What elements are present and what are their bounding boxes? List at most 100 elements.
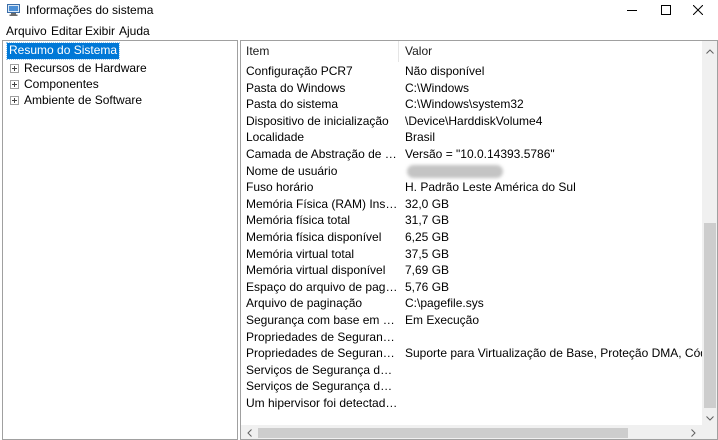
cell-item: Propriedades de Segurança O... [246, 329, 398, 344]
menu-bar: Arquivo Editar Exibir Ajuda [0, 21, 718, 40]
cell-value: 37,5 GB [405, 246, 450, 261]
horizontal-scrollbar[interactable] [241, 425, 702, 439]
cell-item: Localidade [246, 130, 305, 145]
expand-icon[interactable] [10, 96, 19, 105]
system-info-icon [7, 4, 20, 16]
table-row[interactable]: Espaço do arquivo de paginaç... 5,76 GB [241, 279, 702, 296]
cell-item: Nome de usuário [246, 163, 338, 178]
tree-item-hardware-resources[interactable]: Recursos de Hardware [3, 60, 237, 76]
maximize-icon [661, 4, 671, 18]
tree-item-software-environment[interactable]: Ambiente de Software [3, 92, 237, 108]
table-row[interactable]: Segurança com base em Virtua... Em Execuç… [241, 312, 702, 329]
menu-arquivo[interactable]: Arquivo [6, 24, 47, 38]
table-row[interactable]: Nome de usuário [241, 163, 702, 180]
table-row[interactable]: Memória física total 31,7 GB [241, 212, 702, 229]
cell-value: 7,69 GB [405, 263, 450, 278]
menu-ajuda[interactable]: Ajuda [119, 24, 150, 38]
details-list[interactable]: Item Valor Configuração PCR7 Não disponív… [240, 40, 718, 440]
cell-value: 31,7 GB [405, 213, 450, 228]
cell-item: Pasta do Windows [246, 80, 346, 95]
cell-item: Segurança com base em Virtua... [246, 313, 398, 327]
column-header-value[interactable]: Valor [405, 41, 695, 62]
table-row[interactable]: Serviços de Segurança da Prot... [241, 378, 702, 395]
cell-value: Não disponível [405, 64, 485, 78]
tree-item-components[interactable]: Componentes [3, 76, 237, 92]
table-row[interactable]: Pasta do sistema C:\Windows\system32 [241, 96, 702, 113]
table-row[interactable]: Configuração PCR7 Não disponível [241, 63, 702, 80]
tree-item-system-summary[interactable]: Resumo do Sistema [5, 42, 121, 60]
table-row[interactable]: Propriedades de Segurança Di... Suporte p… [241, 345, 702, 362]
cell-item: Um hipervisor foi detectado. R... [246, 396, 398, 410]
close-button[interactable] [675, 0, 718, 21]
table-row[interactable]: Propriedades de Segurança O... [241, 329, 702, 346]
tree-item-label: Ambiente de Software [24, 93, 143, 107]
chevron-right-icon [691, 426, 696, 439]
expand-icon[interactable] [10, 80, 19, 89]
menu-exibir[interactable]: Exibir [85, 24, 115, 38]
vertical-scroll-thumb[interactable] [704, 223, 716, 408]
expand-icon[interactable] [10, 64, 19, 73]
table-row[interactable]: Fuso horário H. Padrão Leste América do S… [241, 179, 702, 196]
cell-item: Dispositivo de inicialização [246, 113, 389, 128]
cell-value: Suporte para Virtualização de Base, Prot… [405, 346, 702, 361]
cell-item: Fuso horário [246, 180, 314, 195]
tree-item-label: Recursos de Hardware [24, 61, 147, 75]
cell-value: Versão = "10.0.14393.5786" [405, 147, 555, 161]
scroll-down-button[interactable] [702, 408, 717, 425]
cell-item: Configuração PCR7 [246, 64, 353, 78]
column-divider[interactable] [398, 41, 399, 62]
column-header-item[interactable]: Item [246, 41, 396, 62]
table-row[interactable]: Camada de Abstração de Hard... Versão = "… [241, 146, 702, 163]
minimize-icon [627, 4, 637, 18]
cell-item: Memória física total [246, 213, 351, 228]
cell-value: H. Padrão Leste América do Sul [405, 180, 576, 195]
cell-value: \Device\HarddiskVolume4 [405, 113, 543, 128]
tree-item-label: Componentes [24, 77, 99, 91]
cell-item: Memória virtual total [246, 246, 355, 261]
details-rows: Configuração PCR7 Não disponível Pasta do … [241, 63, 702, 425]
vertical-scrollbar[interactable] [702, 41, 717, 425]
table-row[interactable]: Memória virtual disponível 7,69 GB [241, 262, 702, 279]
cell-item: Memória virtual disponível [246, 263, 386, 278]
cell-item: Camada de Abstração de Hard... [246, 147, 398, 161]
cell-item: Pasta do sistema [246, 97, 339, 112]
scroll-left-button[interactable] [241, 425, 258, 439]
scrollbar-corner [702, 425, 717, 439]
window-title: Informações do sistema [26, 3, 154, 17]
cell-value: C:\pagefile.sys [405, 296, 484, 311]
cell-value: 32,0 GB [405, 196, 450, 211]
cell-item: Serviços de Segurança da Prot... [246, 379, 398, 394]
scroll-right-button[interactable] [685, 425, 702, 439]
close-icon [692, 4, 704, 18]
cell-item: Memória Física (RAM) Instalada [246, 196, 398, 211]
cell-value: C:\Windows\system32 [405, 97, 524, 112]
cell-value: 5,76 GB [405, 279, 450, 294]
menu-editar[interactable]: Editar [51, 24, 82, 38]
table-row[interactable]: Memória física disponível 6,25 GB [241, 229, 702, 246]
category-tree[interactable]: Resumo do Sistema Recursos de Hardware C… [2, 40, 238, 440]
cell-item: Arquivo de paginação [246, 296, 363, 311]
cell-item: Espaço do arquivo de paginaç... [246, 279, 398, 294]
table-row[interactable]: Dispositivo de inicialização \Device\Hard… [241, 113, 702, 130]
cell-item: Memória física disponível [246, 230, 382, 244]
table-row[interactable]: Memória Física (RAM) Instalada 32,0 GB [241, 196, 702, 213]
redacted-value [407, 164, 503, 178]
cell-value: 6,25 GB [405, 230, 450, 244]
horizontal-scroll-thumb[interactable] [258, 428, 628, 438]
chevron-left-icon [247, 426, 252, 439]
table-row[interactable]: Localidade Brasil [241, 129, 702, 146]
chevron-up-icon [706, 43, 714, 57]
table-row[interactable]: Serviços de Segurança da Prot... [241, 362, 702, 379]
chevron-down-icon [706, 410, 714, 424]
cell-value: Em Execução [405, 313, 480, 327]
table-row[interactable]: Memória virtual total 37,5 GB [241, 246, 702, 263]
title-bar[interactable]: Informações do sistema [0, 0, 718, 21]
cell-value: Brasil [405, 130, 436, 145]
table-row[interactable]: Arquivo de paginação C:\pagefile.sys [241, 295, 702, 312]
table-row[interactable]: Um hipervisor foi detectado. R... [241, 395, 702, 412]
scroll-up-button[interactable] [702, 41, 717, 58]
cell-item: Propriedades de Segurança Di... [246, 346, 398, 361]
table-row[interactable]: Pasta do Windows C:\Windows [241, 80, 702, 97]
cell-item: Serviços de Segurança da Prot... [246, 362, 398, 377]
cell-value: C:\Windows [405, 80, 470, 95]
